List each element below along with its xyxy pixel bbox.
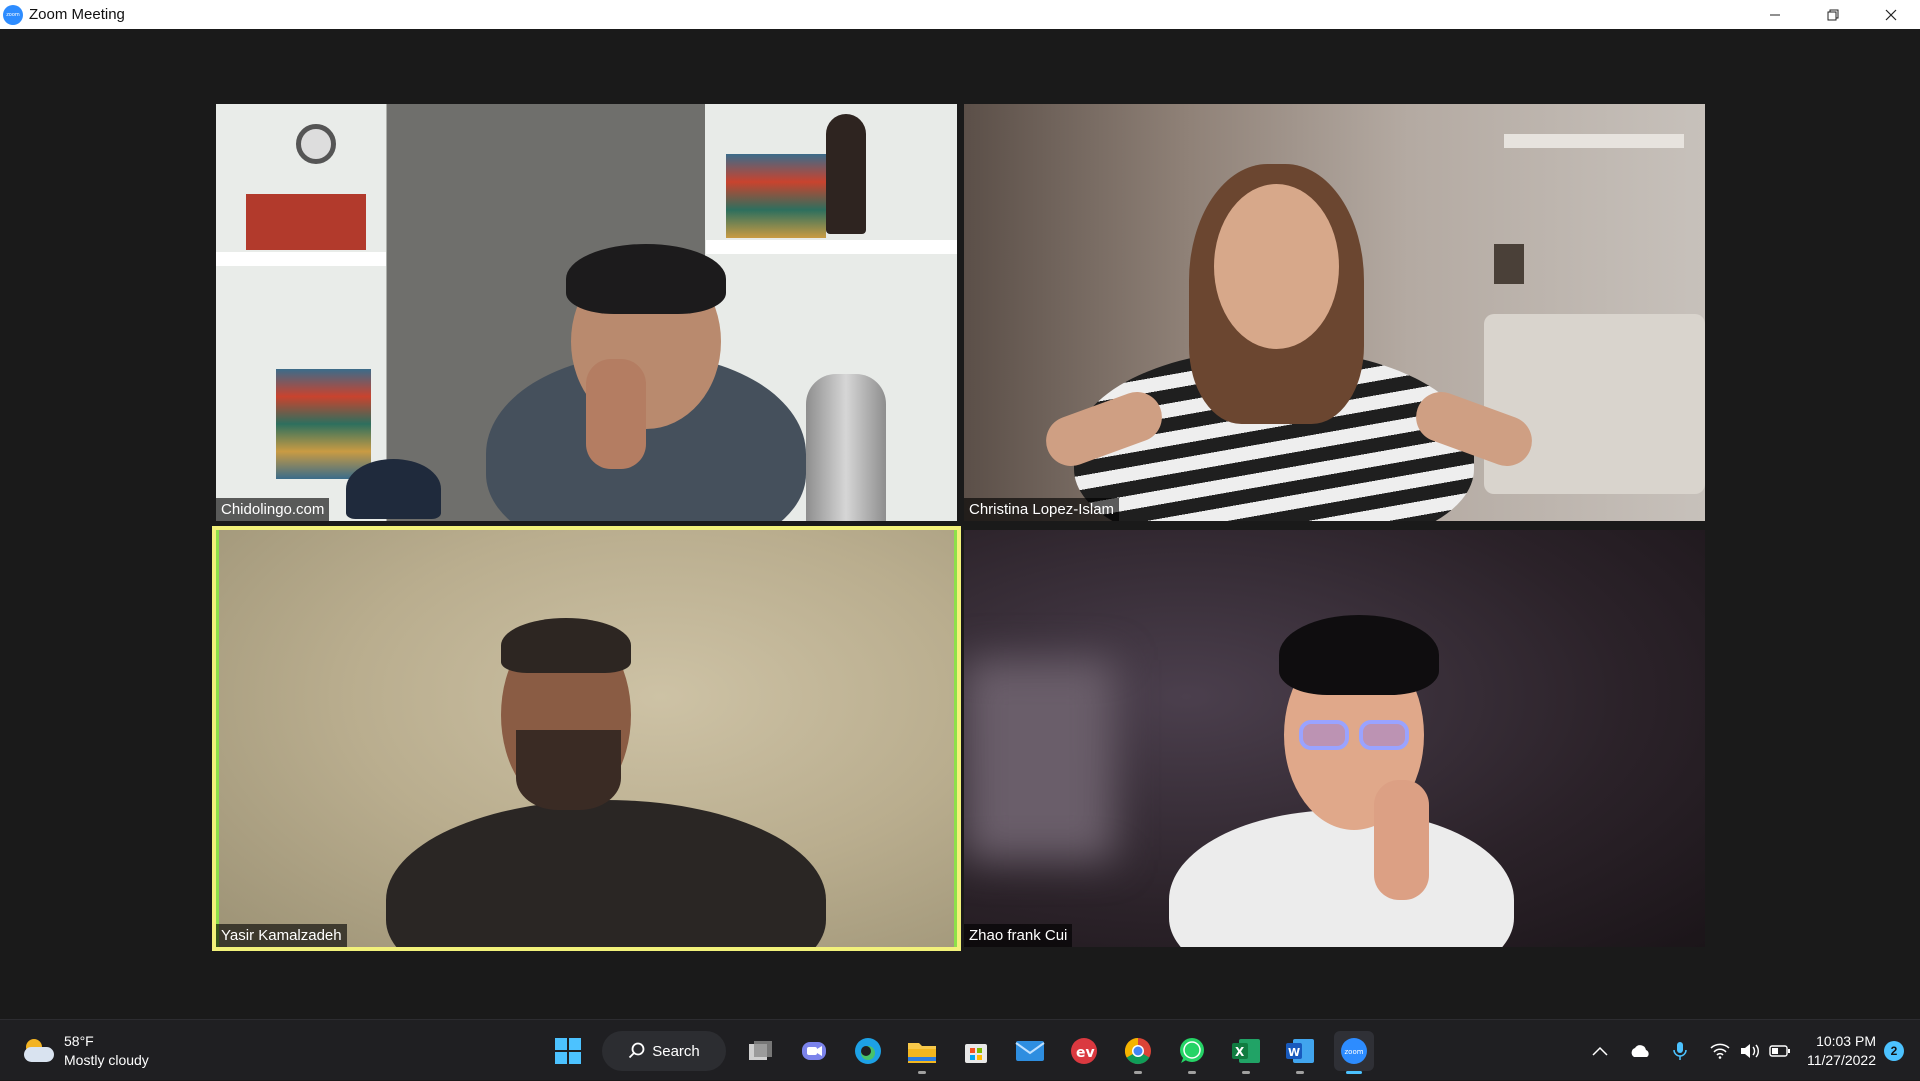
partly-cloudy-icon: [22, 1037, 56, 1065]
svg-text:W: W: [1288, 1046, 1300, 1059]
title-bar: zoom Zoom Meeting: [0, 0, 1920, 29]
participant-video: [964, 104, 1705, 521]
word-icon: W: [1286, 1039, 1314, 1063]
meeting-gallery: Chidolingo.com Christina Lopez-Islam Yas…: [0, 29, 1920, 1019]
minimize-icon: [1770, 14, 1780, 15]
excel-icon: X: [1232, 1039, 1260, 1063]
participant-video: [216, 104, 957, 521]
mail-button[interactable]: [1010, 1031, 1050, 1071]
minimize-button[interactable]: [1746, 0, 1804, 29]
microphone-icon: [1673, 1041, 1687, 1060]
whatsapp-icon: [1180, 1038, 1204, 1063]
participant-name: Zhao frank Cui: [964, 924, 1073, 947]
notification-badge[interactable]: 2: [1884, 1040, 1904, 1061]
participant-tile[interactable]: Chidolingo.com: [216, 104, 957, 521]
participant-video: [216, 530, 957, 947]
zoom-icon: zoom: [1341, 1038, 1367, 1064]
edge-button[interactable]: [848, 1031, 888, 1071]
taskbar: 58°F Mostly cloudy Search ev X W zoom 10…: [0, 1019, 1920, 1080]
participant-tile[interactable]: Christina Lopez-Islam: [964, 104, 1705, 521]
file-explorer-button[interactable]: [902, 1031, 942, 1074]
participant-tile[interactable]: Zhao frank Cui: [964, 530, 1705, 947]
microsoft-store-button[interactable]: [956, 1031, 996, 1071]
taskbar-apps: Search ev X W zoom: [548, 1029, 1374, 1074]
speaker-icon: [1740, 1043, 1759, 1058]
window-title: Zoom Meeting: [29, 6, 125, 23]
restore-button[interactable]: [1804, 0, 1862, 29]
taskbar-search-button[interactable]: Search: [602, 1031, 726, 1071]
word-button[interactable]: W: [1280, 1031, 1320, 1074]
clock-date: 11/27/2022: [1806, 1051, 1876, 1068]
close-button[interactable]: [1862, 0, 1920, 29]
search-label: Search: [652, 1042, 700, 1060]
restore-icon: [1827, 9, 1839, 20]
taskbar-clock[interactable]: 10:03 PM 11/27/2022: [1807, 1032, 1876, 1070]
expressvpn-button[interactable]: ev: [1064, 1031, 1104, 1071]
store-icon: [965, 1044, 987, 1063]
svg-text:zoom: zoom: [1345, 1048, 1364, 1056]
chrome-icon: [1124, 1037, 1151, 1065]
folder-icon: [908, 1043, 936, 1063]
wifi-icon: [1710, 1043, 1730, 1059]
weather-widget[interactable]: 58°F Mostly cloudy: [22, 1032, 149, 1070]
battery-button[interactable]: [1765, 1036, 1795, 1066]
participant-name: Yasir Kamalzadeh: [216, 924, 347, 947]
edge-icon: [855, 1038, 881, 1064]
chevron-up-icon: [1592, 1046, 1608, 1056]
chrome-button[interactable]: [1118, 1031, 1158, 1074]
participant-tile-active-speaker[interactable]: Yasir Kamalzadeh: [212, 526, 961, 951]
zoom-app-icon: zoom: [3, 4, 23, 25]
weather-temperature: 58°F: [64, 1033, 94, 1049]
whatsapp-button[interactable]: [1172, 1031, 1212, 1074]
microphone-button[interactable]: [1665, 1036, 1695, 1066]
show-hidden-icons-button[interactable]: [1585, 1036, 1615, 1066]
battery-icon: [1769, 1044, 1790, 1057]
teams-chat-icon: [802, 1042, 826, 1060]
mail-icon: [1015, 1041, 1045, 1061]
weather-condition: Mostly cloudy: [64, 1052, 149, 1068]
window-controls: [1746, 0, 1920, 29]
participant-name: Christina Lopez-Islam: [964, 498, 1120, 521]
participant-video: [964, 530, 1705, 947]
system-tray: 10:03 PM 11/27/2022 2: [1585, 1020, 1920, 1081]
teams-chat-button[interactable]: [794, 1031, 834, 1071]
participant-name: Chidolingo.com: [216, 498, 330, 521]
expressvpn-icon: ev: [1071, 1038, 1097, 1064]
clock-time: 10:03 PM: [1816, 1032, 1876, 1049]
volume-button[interactable]: [1735, 1036, 1765, 1066]
wifi-button[interactable]: [1705, 1036, 1735, 1066]
close-icon: [1885, 9, 1897, 20]
search-icon: [629, 1042, 645, 1059]
svg-text:X: X: [1235, 1045, 1245, 1059]
cloud-icon: [1631, 1044, 1649, 1057]
task-view-icon: [749, 1041, 772, 1060]
task-view-button[interactable]: [740, 1031, 780, 1071]
windows-logo-icon: [555, 1038, 581, 1064]
zoom-taskbar-button[interactable]: zoom: [1334, 1031, 1374, 1074]
svg-text:ev: ev: [1076, 1045, 1095, 1061]
onedrive-button[interactable]: [1625, 1036, 1655, 1066]
excel-button[interactable]: X: [1226, 1031, 1266, 1074]
start-button[interactable]: [548, 1031, 588, 1071]
